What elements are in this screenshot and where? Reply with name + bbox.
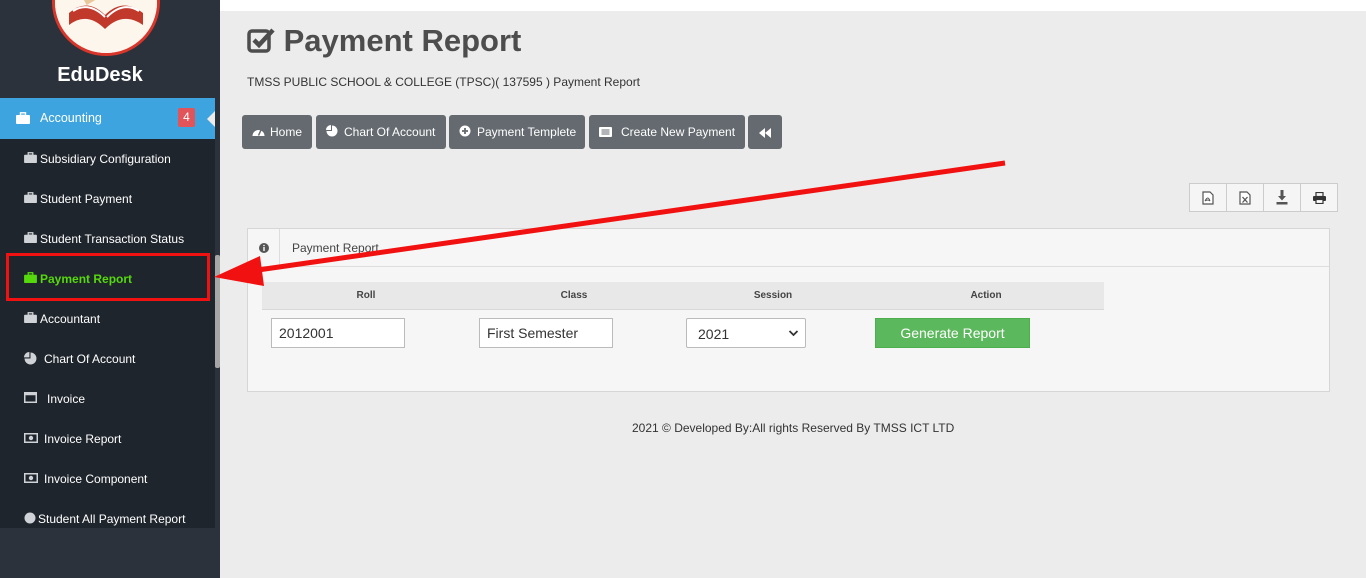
briefcase-icon <box>24 152 37 166</box>
session-selected-value: 2021 <box>698 326 730 342</box>
export-toolbar <box>1189 183 1338 212</box>
logo <box>52 0 160 56</box>
sidebar-scrollbar[interactable] <box>215 255 220 368</box>
export-excel-button[interactable] <box>1227 184 1264 211</box>
panel-header: Payment Report <box>248 229 1329 267</box>
panel-title: Payment Report <box>292 241 379 255</box>
payment-template-button[interactable]: Payment Templete <box>449 115 585 149</box>
pie-chart-icon <box>326 116 340 150</box>
column-header-action: Action <box>970 290 1002 301</box>
backward-icon <box>759 125 771 139</box>
briefcase-icon <box>24 192 37 206</box>
brand-name: EduDesk <box>57 64 143 86</box>
money-icon <box>24 472 38 486</box>
info-icon <box>248 229 280 266</box>
notification-badge: 4 <box>178 108 195 127</box>
sidebar-item-label: Accountant <box>40 312 101 326</box>
page-title: Payment Report <box>247 23 521 59</box>
window-icon <box>24 392 37 406</box>
payment-report-panel: Payment Report <box>247 228 1330 392</box>
sidebar-item-label: Subsidiary Configuration <box>40 152 171 166</box>
export-download-button[interactable] <box>1264 184 1301 211</box>
briefcase-icon <box>16 112 30 127</box>
excel-icon <box>1239 190 1251 205</box>
chevron-down-icon <box>788 325 799 346</box>
back-button[interactable] <box>748 115 782 149</box>
menu-section-label: Accounting <box>40 111 102 125</box>
submenu: Subsidiary Configuration Student Payment… <box>0 139 215 528</box>
pdf-icon <box>1202 190 1214 205</box>
circle-icon <box>24 512 36 527</box>
sidebar-item-subsidiary-configuration[interactable]: Subsidiary Configuration <box>0 139 215 179</box>
home-button[interactable]: Home <box>242 115 312 149</box>
plus-circle-icon <box>459 116 473 150</box>
sidebar-item-label: Student Transaction Status <box>40 232 185 246</box>
briefcase-icon <box>24 232 37 246</box>
menu-section-accounting[interactable]: Accounting 4 <box>0 98 215 139</box>
sidebar-item-invoice-component[interactable]: Invoice Component <box>0 459 215 499</box>
create-new-payment-button[interactable]: Create New Payment <box>589 115 745 149</box>
roll-input[interactable] <box>271 318 405 348</box>
checkbox-icon <box>247 28 275 53</box>
footer-text: 2021 © Developed By:All rights Reserved … <box>632 421 955 435</box>
sidebar-item-accountant[interactable]: Accountant <box>0 299 215 339</box>
table-header: Roll Class Session Action <box>262 282 1104 310</box>
column-header-session: Session <box>753 290 793 301</box>
active-caret <box>207 111 215 127</box>
sidebar-item-invoice-report[interactable]: Invoice Report <box>0 419 215 459</box>
annotation-highlight-box <box>6 253 210 301</box>
sidebar-item-label: Chart Of Account <box>44 352 136 366</box>
chart-of-account-button[interactable]: Chart Of Account <box>316 115 446 149</box>
page-title-text: Payment Report <box>283 23 522 58</box>
briefcase-icon <box>24 312 37 326</box>
export-pdf-button[interactable] <box>1190 184 1227 211</box>
pie-chart-icon <box>24 352 37 368</box>
sidebar-item-invoice[interactable]: Invoice <box>0 379 215 419</box>
download-icon <box>1276 190 1288 205</box>
sidebar-item-label: Invoice Component <box>44 472 148 486</box>
column-header-class: Class <box>560 290 588 301</box>
class-input[interactable] <box>479 318 613 348</box>
top-bar <box>220 0 1366 11</box>
sidebar-item-student-payment[interactable]: Student Payment <box>0 179 215 219</box>
page-subtitle: TMSS PUBLIC SCHOOL & COLLEGE (TPSC)( 137… <box>247 75 641 89</box>
list-icon <box>599 116 613 150</box>
dashboard-icon <box>252 116 266 150</box>
print-icon <box>1313 191 1326 204</box>
session-select[interactable]: 2021 <box>686 318 806 348</box>
sidebar-item-student-all-payment-report[interactable]: Student All Payment Report <box>0 499 215 539</box>
money-icon <box>24 432 38 446</box>
sidebar-item-label: Invoice <box>47 392 86 406</box>
export-print-button[interactable] <box>1301 184 1338 211</box>
generate-report-button[interactable]: Generate Report <box>875 318 1030 348</box>
column-header-roll: Roll <box>356 290 376 301</box>
sidebar-item-label: Student Payment <box>40 192 133 206</box>
sidebar-item-label: Student All Payment Report <box>38 512 186 526</box>
sidebar-item-chart-of-account[interactable]: Chart Of Account <box>0 339 215 379</box>
sidebar-item-label: Invoice Report <box>44 432 122 446</box>
